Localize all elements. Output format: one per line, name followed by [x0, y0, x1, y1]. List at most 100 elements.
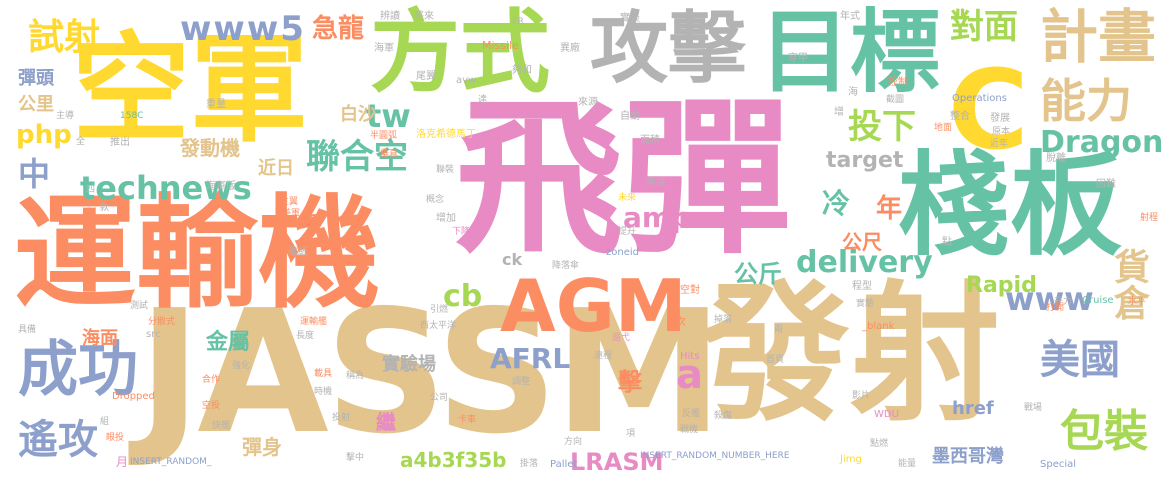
word-di-mian: 地面 [934, 123, 953, 133]
word-jimg: Jimg [840, 454, 862, 465]
word-jiang-lai: 將來 [414, 11, 434, 22]
word-liang: 兩 [774, 325, 784, 335]
word-luo-ke-xi-de: 洛克希德馬丁 [416, 129, 476, 140]
word-xun-qi: 巡弋 [612, 333, 631, 343]
word-jin-shu: 金屬 [206, 330, 251, 355]
word-zhong: 中 [18, 155, 51, 193]
word-si: 四 [86, 185, 96, 195]
word-fa-zhan: 發展 [990, 113, 1010, 124]
word-gong-ji: 攻擊 [590, 4, 747, 94]
word-hai-jun: 海軍 [374, 43, 394, 54]
word-fan-jian: 反艦 [682, 409, 701, 419]
word-yue: 月 [116, 455, 129, 469]
word-chuan-jia: 穿甲 [788, 53, 808, 64]
word-php: php [16, 120, 72, 150]
word-leng: 冷 [822, 187, 851, 220]
word-yun-shu-jian: 運輸艦 [300, 317, 328, 327]
word-yuan-cheng: 遠程 [594, 351, 613, 361]
word-ti-sheng: 提升 [618, 227, 637, 237]
word-shui-ping: 水平 [1128, 297, 1147, 307]
word-shi-yan: 實驗 [856, 299, 875, 309]
word-chang-du: 長度 [296, 331, 315, 341]
word-zai-ju: 載具 [314, 369, 333, 379]
word-xi-tai-ping-yang: 西太平洋 [420, 321, 457, 331]
word-kong-dui: 空對 [680, 285, 700, 296]
word-special: Special [1040, 459, 1077, 470]
word-jiao-du: 角度 [646, 177, 666, 188]
word-ck: ck [502, 250, 523, 269]
word-jin-nian: 近年 [990, 139, 1009, 149]
word-nian-shi: 年式 [840, 11, 860, 22]
word-dan-tou: 彈頭 [18, 68, 54, 89]
word-rapid: Rapid [966, 273, 1037, 298]
word-pallet: Pallet [550, 459, 578, 470]
word-huo-cang: 貨倉 [1108, 248, 1149, 320]
word-zhu-dao: 主導 [56, 111, 75, 121]
word-dui-mian: 對面 [950, 7, 1018, 47]
word-fa-dong-ji: 發動機 [180, 136, 240, 160]
word-afrl: AFRL [490, 342, 571, 375]
word-zi-dong: 自動 [620, 111, 640, 122]
word-zeng: 增 [834, 107, 844, 118]
word-kuan: 款 [100, 203, 110, 213]
word-chui-zhi: 垂直 [380, 149, 399, 159]
word-xiang-mu: 項 [626, 429, 636, 439]
word-gai-nian: 概念 [426, 195, 445, 205]
word-href: href [952, 398, 994, 419]
word-er: ER [512, 17, 524, 27]
word-www5: www5 [180, 9, 306, 49]
word-insert-random-1: INSERT_RANDOM_ [130, 457, 212, 467]
word-da-kai: 打開 [1046, 303, 1065, 313]
word-hai-mian: 海面 [82, 328, 118, 349]
word-gong-si: 公司 [430, 393, 449, 403]
word-lai-yuan: 來源 [578, 97, 598, 108]
word-wei-lai: 未來 [618, 193, 637, 203]
word-cheng-wei: 稱為 [346, 371, 365, 381]
word-wei-yi: 尾翼 [416, 71, 436, 82]
word-operations: Operations [952, 93, 1007, 104]
word-kuai-su: 快艦 [212, 421, 231, 431]
word-bai-sha: 白沙 [340, 104, 376, 125]
word-gong-li: 公里 [18, 94, 54, 115]
word-mian-ji: 面積 [640, 135, 660, 146]
word-lian-zhuang: 聯裝 [436, 165, 455, 175]
word-da: 達 [478, 95, 488, 105]
word-yin-ran: 引燃 [430, 305, 449, 315]
word-ju-bei: 具備 [18, 325, 37, 335]
word-jiang-luo-san: 降落傘 [552, 261, 580, 271]
word-c: C [948, 46, 1029, 174]
word-qiang-hua: 強化 [232, 361, 251, 371]
word-gou-he: 夠和 [512, 65, 532, 76]
word-tou-she: 投射 [332, 413, 351, 423]
word-missile: Missile [482, 39, 519, 52]
word-cb: cb [443, 279, 483, 314]
word-she-cheng: 射程 [1140, 213, 1159, 223]
word-zhan-ji: 戰機 [680, 425, 699, 435]
word-tui-chu: 推出 [110, 137, 130, 148]
word-xia-jiang: 下降 [452, 227, 471, 237]
word-src: src [146, 329, 161, 340]
word-bian-du: 辨讀 [380, 11, 400, 22]
word-qi-tou: 眼投 [106, 433, 125, 443]
word-tou-xia: 投下 [848, 107, 916, 147]
word-gua-luo: 掛落 [520, 459, 539, 469]
word-shi-hou: 時機 [314, 387, 333, 397]
word-avw: avw [456, 75, 477, 86]
word-mei-jun: 美軍 [282, 209, 301, 219]
word-dan-shen: 彈身 [242, 435, 282, 459]
word-dian: 點 [942, 237, 952, 248]
word-hai-jun-ban: 海軍版 [206, 181, 236, 192]
word-ji-hua: 計畫 [1040, 3, 1157, 71]
word-yun-shu-ji: 運輸機 [14, 183, 380, 325]
word-fang-xiang: 方向 [564, 437, 583, 447]
word-ji-strike: 擊 [618, 368, 642, 396]
word-cloud: 飛彈 JASSM 發射 運輸機 空軍 棧板 目標 方式 攻擊 AGM C 成功 … [0, 0, 1175, 482]
word-yuan-ben: 原本 [992, 127, 1011, 137]
word-gong-chi: 公尺 [842, 230, 882, 254]
word-tuo-li: 脫離 [1046, 153, 1066, 164]
word-kong-zhi: 控制 [888, 77, 908, 88]
word-a4b3f35b: a4b3f35b [400, 448, 507, 472]
word-neng-liang: 能量 [898, 459, 917, 469]
word-wdu: WDU [874, 409, 899, 420]
word-shi-she: 試射 [28, 17, 101, 58]
